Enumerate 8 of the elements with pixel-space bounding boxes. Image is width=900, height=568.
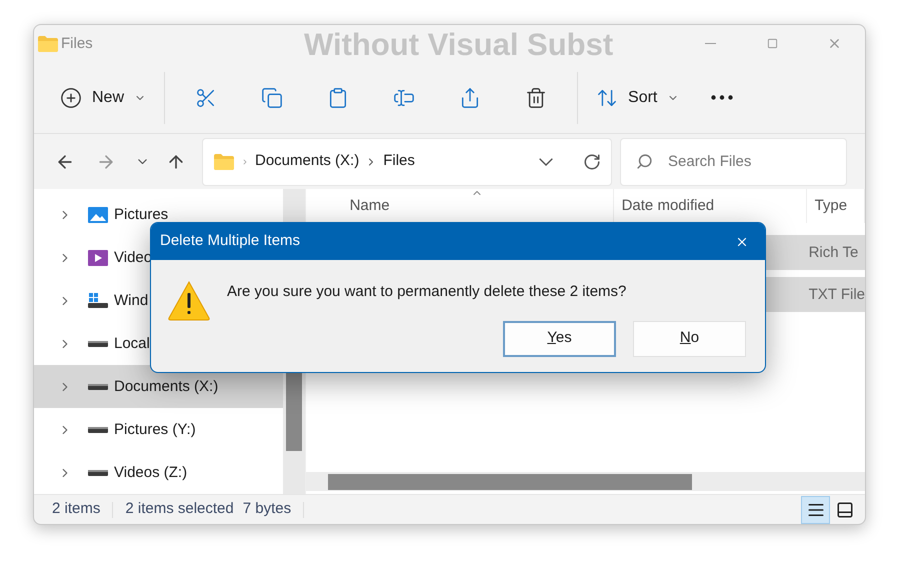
dialog-title: Delete Multiple Items — [160, 231, 300, 252]
item-count: 2 items — [52, 499, 100, 520]
window-title: Files — [61, 34, 93, 54]
selection-count: 2 items selected — [125, 499, 234, 520]
selection-size: 7 bytes — [242, 499, 292, 520]
type-cell-text: Rich Te — [808, 242, 858, 263]
type-cell-text: TXT File — [808, 284, 865, 305]
dialog-message: Are you sure you want to permanently delete these 2 items? — [227, 282, 628, 302]
